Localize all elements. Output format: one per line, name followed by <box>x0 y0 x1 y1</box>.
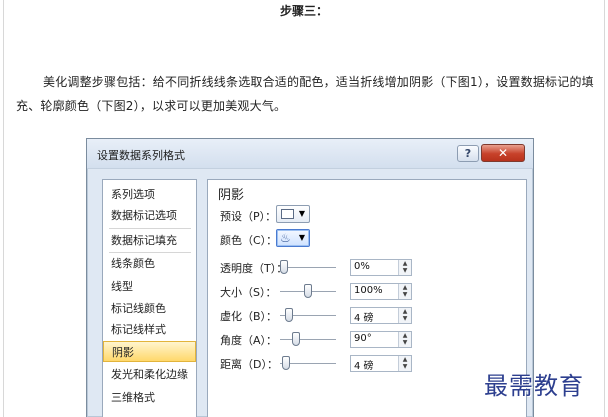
spin-up-icon[interactable]: ▲ <box>399 308 411 315</box>
size-slider-thumb[interactable] <box>304 284 312 298</box>
color-dropdown[interactable]: ♨ ▼ <box>276 229 310 247</box>
nav-item-series-options[interactable]: 系列选项 <box>103 184 196 205</box>
angle-label: 角度（A）： <box>220 334 278 347</box>
nav-item-shadow[interactable]: 阴影 <box>103 341 196 362</box>
nav-item-line-color[interactable]: 线条颜色 <box>103 253 196 274</box>
transparency-input[interactable]: 0% ▲ ▼ <box>350 259 412 276</box>
transparency-value: 0% <box>354 261 370 272</box>
blur-label: 虚化（B）： <box>220 310 278 323</box>
paint-bucket-icon: ♨ <box>280 231 291 245</box>
help-button[interactable]: ? <box>457 145 479 162</box>
blur-slider-thumb[interactable] <box>284 308 293 322</box>
distance-slider-thumb[interactable] <box>282 356 291 370</box>
shadow-preset-icon <box>281 209 294 219</box>
step-title: 步骤三： <box>279 4 328 18</box>
section-title: 阴影 <box>218 188 245 203</box>
chevron-down-icon: ▼ <box>298 209 305 218</box>
spin-up-icon[interactable]: ▲ <box>399 284 411 291</box>
preset-dropdown[interactable]: ▼ <box>276 205 310 223</box>
nav-item-marker-line-color[interactable]: 标记线颜色 <box>103 298 196 319</box>
spin-buttons: ▲ ▼ <box>398 284 411 299</box>
close-button[interactable]: ✕ <box>481 144 525 162</box>
distance-input[interactable]: 4 磅 ▲ ▼ <box>350 355 412 372</box>
spin-down-icon[interactable]: ▼ <box>399 267 411 274</box>
category-list: 系列选项 数据标记选项 数据标记填充 线条颜色 线型 标记线颜色 标记线样式 阴… <box>102 179 197 417</box>
watermark-logo: 最需教育 <box>484 372 584 400</box>
spin-up-icon[interactable]: ▲ <box>399 356 411 363</box>
dialog-title: 设置数据系列格式 <box>97 149 185 162</box>
angle-input[interactable]: 90° ▲ ▼ <box>350 331 412 348</box>
transparency-label: 透明度（T）： <box>220 262 288 275</box>
angle-slider[interactable] <box>280 339 336 341</box>
spin-buttons: ▲ ▼ <box>398 308 411 323</box>
shadow-settings-panel: 阴影 预设（P）： ▼ 颜色（C）： ♨ ▼ 透明度（T）： 0% ▲ ▼ 大小… <box>207 179 527 417</box>
size-value: 100% <box>354 285 383 296</box>
blur-value: 4 磅 <box>354 313 374 324</box>
blur-input[interactable]: 4 磅 ▲ ▼ <box>350 307 412 324</box>
transparency-slider[interactable] <box>280 267 336 269</box>
format-data-series-dialog: 设置数据系列格式 ? ✕ 系列选项 数据标记选项 数据标记填充 线条颜色 线型 … <box>86 138 534 417</box>
nav-item-3d-format[interactable]: 三维格式 <box>103 387 196 408</box>
spin-down-icon[interactable]: ▼ <box>399 291 411 298</box>
dialog-titlebar: 设置数据系列格式 ? ✕ <box>87 139 533 169</box>
spin-buttons: ▲ ▼ <box>398 332 411 347</box>
nav-item-marker-fill[interactable]: 数据标记填充 <box>103 230 196 251</box>
preset-label: 预设（P）： <box>220 210 277 223</box>
color-label: 颜色（C）： <box>220 234 278 247</box>
spin-up-icon[interactable]: ▲ <box>399 332 411 339</box>
distance-value: 4 磅 <box>354 361 374 372</box>
frame-border-left <box>3 0 4 417</box>
nav-item-glow-soft-edges[interactable]: 发光和柔化边缘 <box>103 364 196 385</box>
nav-item-line-style[interactable]: 线型 <box>103 276 196 297</box>
angle-slider-thumb[interactable] <box>292 332 300 346</box>
distance-label: 距离（D）： <box>220 358 278 371</box>
angle-value: 90° <box>354 333 372 344</box>
spin-up-icon[interactable]: ▲ <box>399 260 411 267</box>
list-divider <box>109 228 191 229</box>
spin-down-icon[interactable]: ▼ <box>399 339 411 346</box>
size-label: 大小（S）： <box>220 286 277 299</box>
nav-item-marker-options[interactable]: 数据标记选项 <box>103 205 196 226</box>
article-paragraph: 美化调整步骤包括：给不同折线线条选取合适的配色，适当折线增加阴影（下图1），设置… <box>16 75 594 113</box>
transparency-slider-thumb[interactable] <box>280 260 288 274</box>
chevron-down-icon: ▼ <box>298 233 305 242</box>
nav-item-marker-line-style[interactable]: 标记线样式 <box>103 319 196 340</box>
dialog-body: 系列选项 数据标记选项 数据标记填充 线条颜色 线型 标记线颜色 标记线样式 阴… <box>95 173 527 417</box>
spin-down-icon[interactable]: ▼ <box>399 315 411 322</box>
spin-buttons: ▲ ▼ <box>398 260 411 275</box>
spin-buttons: ▲ ▼ <box>398 356 411 371</box>
spin-down-icon[interactable]: ▼ <box>399 363 411 370</box>
frame-border-right <box>604 0 605 417</box>
size-input[interactable]: 100% ▲ ▼ <box>350 283 412 300</box>
